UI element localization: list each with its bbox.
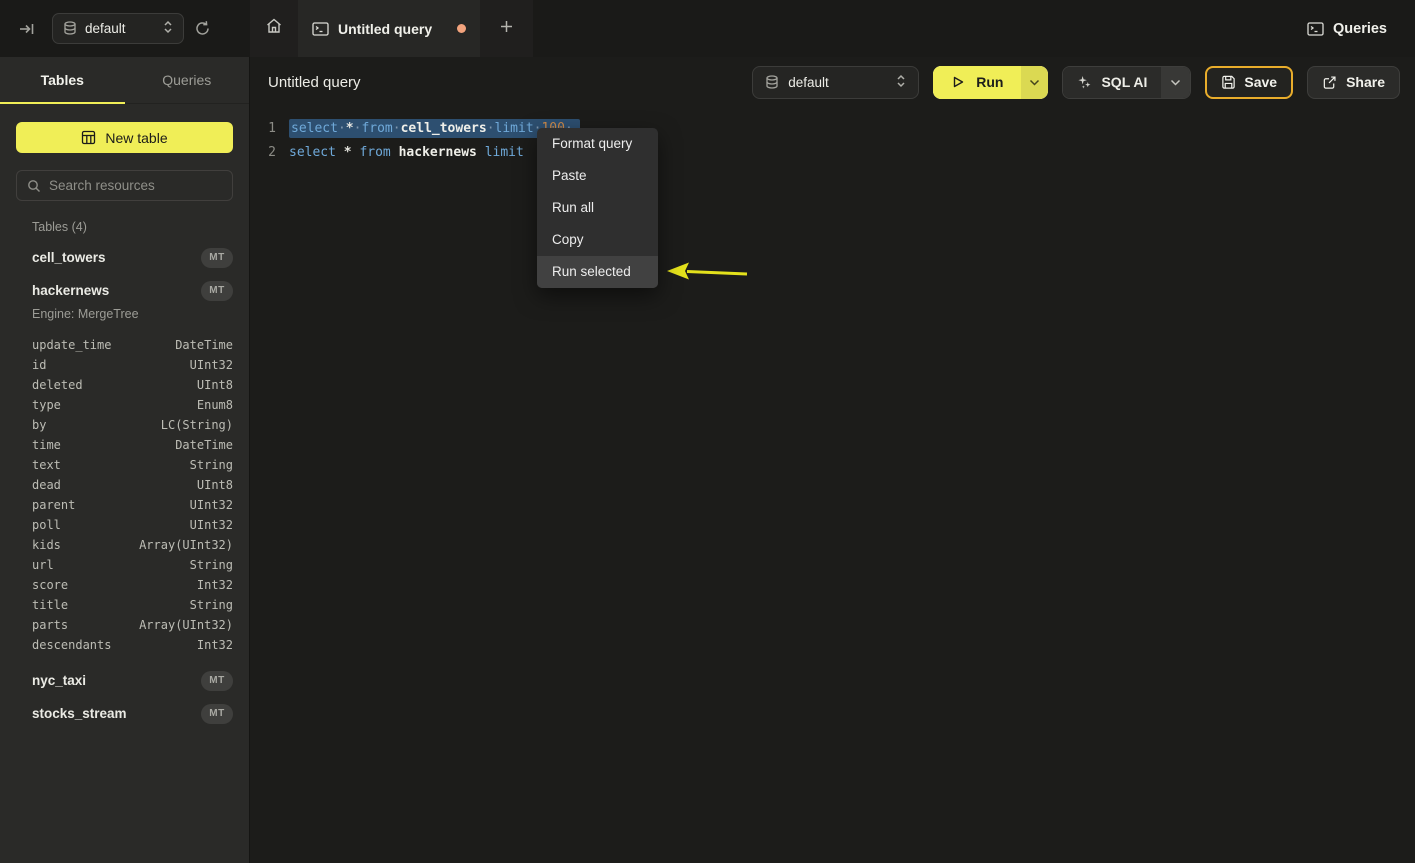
home-icon bbox=[265, 17, 283, 40]
database-icon bbox=[765, 75, 779, 90]
refresh-icon[interactable] bbox=[194, 20, 211, 37]
database-selector[interactable]: default bbox=[52, 13, 184, 44]
tab-strip: Untitled query bbox=[250, 0, 533, 57]
select-updown-icon bbox=[896, 74, 906, 91]
column-row: urlString bbox=[0, 555, 249, 575]
engine-badge: MT bbox=[201, 671, 233, 691]
sql-ai-dropdown[interactable] bbox=[1161, 67, 1190, 98]
line-number: 1 bbox=[250, 117, 276, 141]
tab-tables[interactable]: Tables bbox=[0, 57, 125, 103]
share-icon bbox=[1322, 75, 1337, 90]
column-row: deadUInt8 bbox=[0, 475, 249, 495]
select-updown-icon bbox=[163, 20, 173, 37]
collapse-sidebar-icon[interactable] bbox=[18, 20, 36, 38]
tab-untitled-query[interactable]: Untitled query bbox=[298, 0, 480, 57]
column-row: textString bbox=[0, 455, 249, 475]
table-grid-icon bbox=[81, 130, 96, 145]
share-button-label: Share bbox=[1346, 74, 1385, 90]
console-icon bbox=[1307, 22, 1324, 36]
column-row: byLC(String) bbox=[0, 415, 249, 435]
tab-queries[interactable]: Queries bbox=[125, 57, 250, 103]
engine-info: Engine: MergeTree bbox=[0, 307, 249, 325]
column-row: kidsArray(UInt32) bbox=[0, 535, 249, 555]
play-icon bbox=[951, 75, 965, 89]
home-tab[interactable] bbox=[250, 0, 298, 57]
editor-line-1[interactable]: 1 select*fromcell_towerslimit100 bbox=[250, 117, 1415, 141]
column-row: scoreInt32 bbox=[0, 575, 249, 595]
new-table-label: New table bbox=[105, 130, 167, 146]
sql-ai-label: SQL AI bbox=[1101, 74, 1147, 90]
sql-editor[interactable]: 1 select*fromcell_towerslimit100 2 selec… bbox=[250, 107, 1415, 165]
menu-item-paste[interactable]: Paste bbox=[537, 160, 658, 192]
whitespace-dot bbox=[487, 121, 495, 136]
run-options-dropdown[interactable] bbox=[1021, 66, 1048, 99]
plus-icon bbox=[499, 19, 514, 39]
main-panel: Untitled query default bbox=[250, 57, 1415, 863]
database-selector-value: default bbox=[85, 21, 126, 36]
unsaved-changes-dot bbox=[457, 24, 466, 33]
top-bar: default bbox=[0, 0, 1415, 57]
top-bar-left: default bbox=[0, 0, 250, 57]
table-row-nyc-taxi[interactable]: nyc_taxi MT bbox=[0, 664, 249, 697]
whitespace-dot bbox=[393, 121, 401, 136]
sidebar-tabs: Tables Queries bbox=[0, 57, 249, 104]
database-selector-value: default bbox=[788, 75, 829, 90]
engine-badge: MT bbox=[201, 704, 233, 724]
sparkles-icon bbox=[1077, 75, 1092, 90]
menu-item-format-query[interactable]: Format query bbox=[537, 128, 658, 160]
app-window: default bbox=[0, 0, 1415, 863]
column-row: idUInt32 bbox=[0, 355, 249, 375]
queries-button-label: Queries bbox=[1333, 21, 1387, 37]
tab-label: Untitled query bbox=[338, 21, 432, 37]
run-button-group: Run bbox=[933, 66, 1048, 99]
column-row: partsArray(UInt32) bbox=[0, 615, 249, 635]
top-bar-right: Queries bbox=[1307, 0, 1415, 57]
column-row: pollUInt32 bbox=[0, 515, 249, 535]
save-button[interactable]: Save bbox=[1205, 66, 1293, 99]
menu-item-copy[interactable]: Copy bbox=[537, 224, 658, 256]
column-row: titleString bbox=[0, 595, 249, 615]
column-row: update_timeDateTime bbox=[0, 335, 249, 355]
search-icon bbox=[27, 179, 41, 193]
menu-item-run-selected[interactable]: Run selected bbox=[537, 256, 658, 288]
sql-ai-button[interactable]: SQL AI bbox=[1063, 67, 1161, 98]
annotation-arrow-icon bbox=[665, 258, 753, 286]
table-row-cell-towers[interactable]: cell_towers MT bbox=[0, 241, 249, 274]
context-menu: Format query Paste Run all Copy Run sele… bbox=[537, 128, 658, 288]
run-button[interactable]: Run bbox=[933, 66, 1021, 99]
column-row: descendantsInt32 bbox=[0, 635, 249, 655]
database-icon bbox=[63, 21, 77, 36]
column-row: parentUInt32 bbox=[0, 495, 249, 515]
sidebar: Tables Queries New table bbox=[0, 57, 250, 863]
tables-section-header: Tables (4) bbox=[0, 220, 249, 238]
query-header: Untitled query default bbox=[250, 57, 1415, 107]
search-box bbox=[16, 170, 233, 201]
engine-badge: MT bbox=[201, 281, 233, 301]
share-button[interactable]: Share bbox=[1307, 66, 1400, 99]
new-tab-button[interactable] bbox=[480, 0, 533, 57]
query-title: Untitled query bbox=[268, 74, 361, 91]
database-selector[interactable]: default bbox=[752, 66, 919, 99]
whitespace-dot bbox=[338, 121, 346, 136]
toolbar: default Run bbox=[752, 66, 1400, 99]
new-table-button[interactable]: New table bbox=[16, 122, 233, 153]
column-row: typeEnum8 bbox=[0, 395, 249, 415]
column-list: update_timeDateTime idUInt32 deletedUInt… bbox=[0, 335, 249, 655]
active-tab-underline bbox=[0, 102, 125, 105]
search-input[interactable] bbox=[49, 178, 226, 193]
save-button-label: Save bbox=[1244, 74, 1277, 90]
menu-item-run-all[interactable]: Run all bbox=[537, 192, 658, 224]
editor-line-2[interactable]: 2 select*fromhackernewslimit bbox=[250, 141, 1415, 165]
table-row-stocks-stream[interactable]: stocks_stream MT bbox=[0, 697, 249, 730]
engine-badge: MT bbox=[201, 248, 233, 268]
column-row: timeDateTime bbox=[0, 435, 249, 455]
column-row: deletedUInt8 bbox=[0, 375, 249, 395]
run-button-label: Run bbox=[976, 74, 1003, 90]
queries-button[interactable]: Queries bbox=[1307, 21, 1387, 37]
sql-ai-button-group: SQL AI bbox=[1062, 66, 1191, 99]
table-row-hackernews[interactable]: hackernews MT bbox=[0, 274, 249, 307]
console-icon bbox=[312, 22, 329, 36]
line-number: 2 bbox=[250, 141, 276, 165]
save-icon bbox=[1221, 75, 1236, 90]
